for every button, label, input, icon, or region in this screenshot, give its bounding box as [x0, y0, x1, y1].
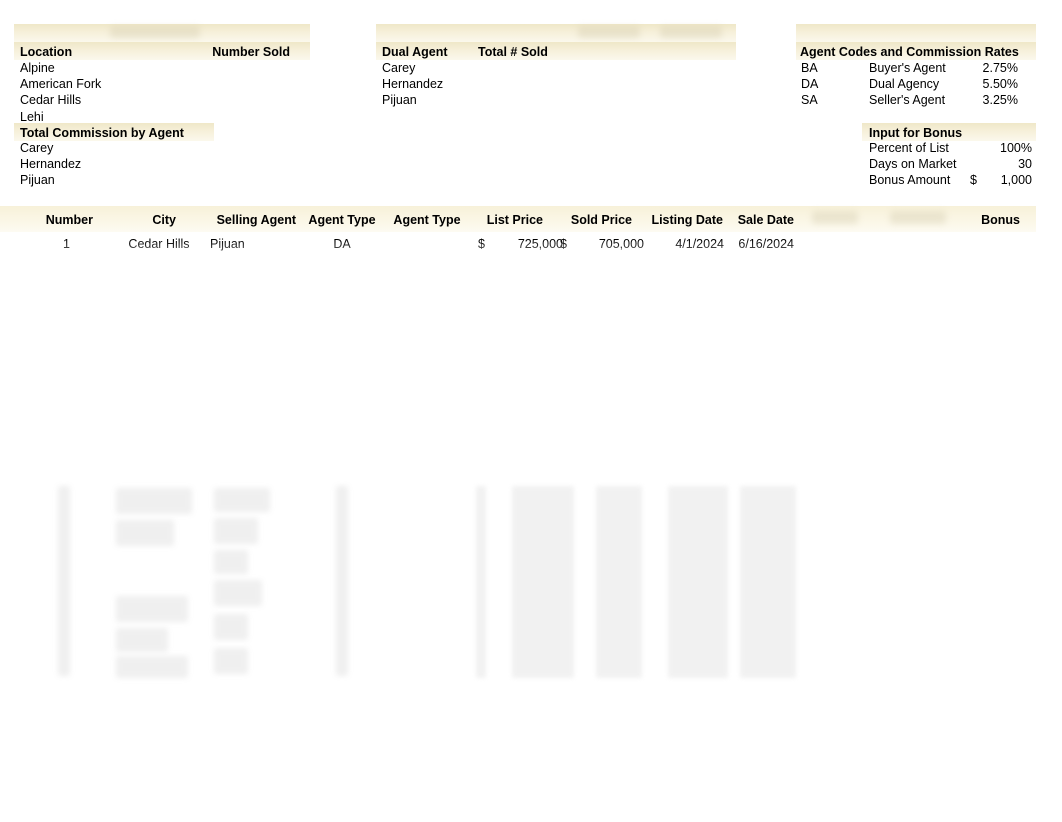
agent-code-da-rate[interactable]: 5.50%: [950, 76, 1018, 92]
days-on-market-value[interactable]: 30: [940, 156, 1032, 172]
col-header-bonus[interactable]: Bonus: [950, 212, 1020, 228]
agent-code-sa-rate[interactable]: 3.25%: [950, 92, 1018, 108]
main-table-header-obscured-1: [812, 211, 858, 224]
row-1-agent-type-1[interactable]: DA: [303, 236, 381, 252]
lower-ghost-right-column-3: [596, 486, 642, 678]
lower-ghost-left-agent-column-2: [214, 518, 258, 544]
col-header-list-price[interactable]: List Price: [466, 212, 543, 228]
row-1-sold-price[interactable]: 705,000: [572, 236, 644, 252]
main-table-header-obscured-2: [890, 211, 946, 224]
row-1-sale-date[interactable]: 6/16/2024: [728, 236, 794, 252]
agent-code-sa-name[interactable]: Seller's Agent: [869, 92, 945, 108]
agent-codes-title: Agent Codes and Commission Rates: [800, 45, 1019, 59]
row-1-listing-date[interactable]: 4/1/2024: [646, 236, 724, 252]
total-sold-col-header: Total # Sold: [478, 45, 548, 59]
dual-agent-title-obscured-left: [578, 26, 640, 38]
dual-agent-row-carey[interactable]: Carey: [382, 60, 415, 76]
location-col-header: Location: [20, 45, 73, 59]
col-header-agent-type-2[interactable]: Agent Type: [388, 212, 466, 228]
col-header-number[interactable]: Number: [10, 212, 93, 228]
percent-of-list-label: Percent of List: [869, 141, 949, 155]
lower-ghost-left-type-column: [336, 486, 348, 676]
col-header-listing-date[interactable]: Listing Date: [638, 212, 723, 228]
lower-ghost-left-city-column-2: [116, 520, 174, 546]
bonus-amount-label: Bonus Amount: [869, 173, 951, 187]
dual-agent-col-header: Dual Agent: [382, 45, 448, 59]
row-1-list-price[interactable]: 725,000: [490, 236, 563, 252]
agent-code-ba-name[interactable]: Buyer's Agent: [869, 60, 946, 76]
col-header-sale-date[interactable]: Sale Date: [728, 212, 794, 228]
row-1-sold-price-currency-symbol: $: [560, 237, 567, 251]
lower-ghost-left-city-column-4: [116, 628, 168, 652]
lower-ghost-right-column-4: [668, 486, 728, 678]
col-header-selling-agent[interactable]: Selling Agent: [186, 212, 296, 228]
dual-agent-row-pijuan[interactable]: Pijuan: [382, 92, 417, 108]
lower-ghost-left-city-column: [116, 488, 192, 514]
lower-ghost-left-agent-column-6: [214, 648, 248, 674]
row-1-city[interactable]: Cedar Hills: [106, 236, 212, 252]
agent-code-da-name[interactable]: Dual Agency: [869, 76, 939, 92]
bonus-amount-value[interactable]: 1,000: [960, 172, 1032, 188]
percent-of-list-value[interactable]: 100%: [940, 140, 1032, 156]
commission-row-hernandez[interactable]: Hernandez: [20, 156, 81, 172]
col-header-city[interactable]: City: [96, 212, 176, 228]
location-row-alpine[interactable]: Alpine: [20, 60, 55, 76]
lower-ghost-left-index-column: [58, 486, 70, 676]
agent-code-ba[interactable]: BA: [801, 60, 818, 76]
row-1-number[interactable]: 1: [10, 236, 70, 252]
location-row-american-fork[interactable]: American Fork: [20, 76, 101, 92]
col-header-sold-price[interactable]: Sold Price: [552, 212, 632, 228]
agent-code-sa[interactable]: SA: [801, 92, 818, 108]
location-panel-title-obscured: [110, 26, 200, 38]
commission-row-pijuan[interactable]: Pijuan: [20, 172, 55, 188]
agent-code-ba-rate[interactable]: 2.75%: [950, 60, 1018, 76]
lower-ghost-left-agent-column-4: [214, 580, 262, 606]
lower-ghost-right-column-5: [740, 486, 796, 678]
location-row-cedar-hills[interactable]: Cedar Hills: [20, 92, 81, 108]
agent-codes-top-band: [796, 24, 1036, 42]
lower-ghost-left-city-column-3: [116, 596, 188, 622]
commission-row-carey[interactable]: Carey: [20, 140, 53, 156]
lower-ghost-right-column-2: [512, 486, 574, 678]
lower-ghost-left-city-column-5: [116, 656, 188, 678]
lower-ghost-left-agent-column-3: [214, 550, 248, 574]
commission-panel-title: Total Commission by Agent: [20, 126, 184, 140]
col-header-agent-type-1[interactable]: Agent Type: [303, 212, 381, 228]
lower-ghost-right-column-1: [476, 486, 486, 678]
agent-code-da[interactable]: DA: [801, 76, 818, 92]
input-for-bonus-title: Input for Bonus: [869, 126, 963, 140]
number-sold-col-header: Number Sold: [212, 45, 290, 59]
lower-ghost-left-agent-column-5: [214, 614, 248, 640]
dual-agent-row-hernandez[interactable]: Hernandez: [382, 76, 443, 92]
row-1-list-price-currency-symbol: $: [478, 237, 485, 251]
dual-agent-title-obscured-right: [660, 26, 722, 38]
row-1-selling-agent[interactable]: Pijuan: [210, 236, 245, 252]
lower-ghost-left-agent-column: [214, 488, 270, 512]
